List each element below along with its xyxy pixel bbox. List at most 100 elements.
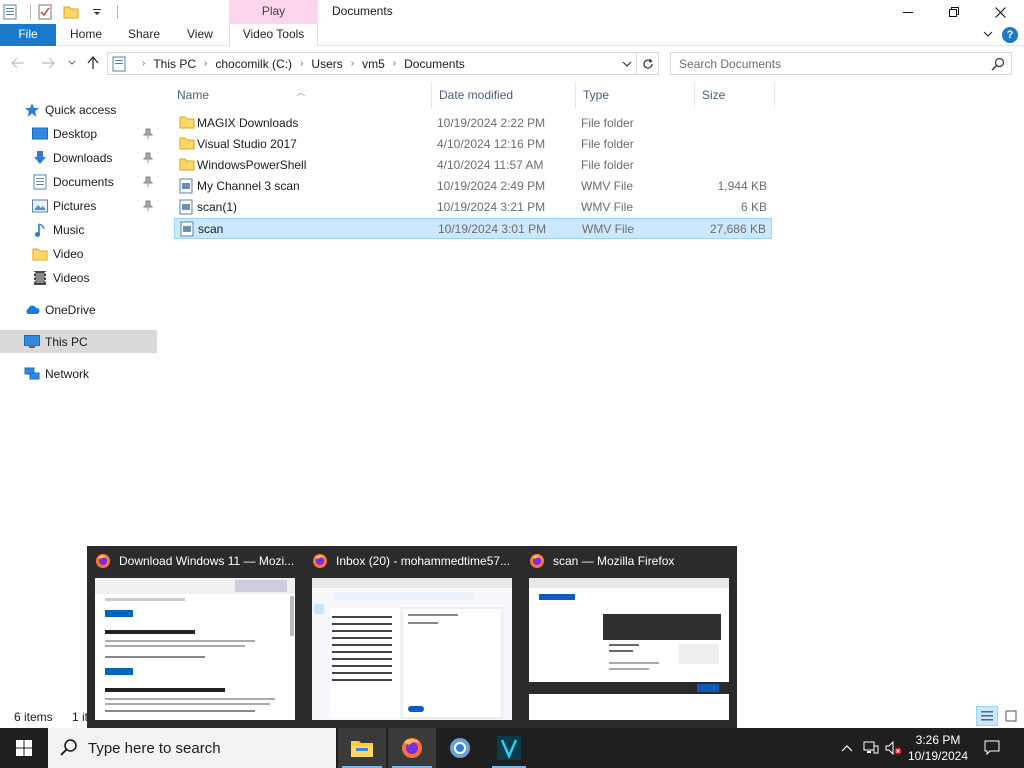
column-header-name[interactable]: Name ︿: [170, 82, 432, 108]
refresh-button[interactable]: [637, 52, 659, 75]
breadcrumb-documents[interactable]: Documents: [404, 57, 465, 71]
breadcrumb-chevron-icon[interactable]: ›: [204, 58, 207, 69]
sidebar-item-downloads[interactable]: Downloads: [0, 147, 157, 169]
clock-time: 3:26 PM: [915, 733, 961, 747]
taskbar-search-box[interactable]: Type here to search: [48, 728, 336, 768]
file-date: 10/19/2024 3:01 PM: [438, 222, 547, 236]
taskbar-firefox[interactable]: [388, 728, 436, 768]
back-button[interactable]: [10, 55, 26, 71]
breadcrumb-chevron-icon[interactable]: ›: [351, 58, 354, 69]
sidebar-item-pictures[interactable]: Pictures: [0, 195, 157, 217]
help-button[interactable]: ?: [1002, 27, 1018, 43]
forward-button[interactable]: [40, 55, 56, 71]
pin-icon[interactable]: [142, 200, 154, 215]
sidebar-item-label: This PC: [45, 334, 88, 349]
separator: [117, 5, 118, 19]
sidebar-item-onedrive[interactable]: OneDrive: [0, 299, 157, 321]
pin-icon[interactable]: [142, 152, 154, 167]
preview-title: Inbox (20) - mohammedtime57...: [336, 554, 511, 568]
network-tray-button[interactable]: [860, 728, 882, 768]
sidebar-item-this-pc[interactable]: This PC: [0, 330, 157, 353]
context-tab-group-play: Play: [229, 0, 318, 24]
recent-locations-button[interactable]: [64, 55, 80, 71]
file-name: MAGIX Downloads: [197, 116, 299, 130]
file-name: scan: [198, 222, 224, 236]
column-header-type[interactable]: Type: [576, 82, 695, 108]
sidebar-item-quick-access[interactable]: Quick access: [0, 99, 157, 121]
file-row[interactable]: My Channel 3 scan 10/19/2024 2:49 PM WMV…: [174, 176, 772, 197]
details-view-button[interactable]: [976, 706, 998, 726]
sidebar-item-documents[interactable]: Documents: [0, 171, 157, 193]
windows-logo-icon: [16, 740, 32, 756]
customize-toolbar-icon[interactable]: [87, 2, 107, 22]
address-bar[interactable]: › This PC › chocomilk (C:) › Users › vm5…: [107, 52, 637, 75]
minimize-button[interactable]: [885, 0, 931, 24]
expand-ribbon-button[interactable]: [982, 28, 996, 42]
show-hidden-icons-button[interactable]: [838, 728, 856, 768]
restore-icon: [949, 7, 959, 17]
volume-tray-button[interactable]: [884, 728, 904, 768]
breadcrumb-this-pc[interactable]: This PC: [153, 57, 196, 71]
firefox-icon: [530, 554, 544, 568]
file-row[interactable]: scan(1) 10/19/2024 3:21 PM WMV File 6 KB: [174, 197, 772, 218]
preview-title: Download Windows 11 — Mozi...: [119, 554, 295, 568]
search-box[interactable]: Search Documents: [670, 52, 1012, 75]
breadcrumb-chevron-icon[interactable]: ›: [393, 58, 396, 69]
breadcrumb-chevron-icon[interactable]: ›: [300, 58, 303, 69]
maximize-button[interactable]: [931, 0, 977, 24]
taskbar-video-editor[interactable]: [488, 728, 530, 768]
column-header-size[interactable]: Size: [695, 82, 775, 108]
close-button[interactable]: [977, 0, 1023, 24]
sidebar-item-network[interactable]: Network: [0, 363, 157, 385]
preview-window-inbox[interactable]: Inbox (20) - mohammedtime57...: [304, 546, 520, 728]
downloads-icon: [32, 150, 48, 166]
address-history-button[interactable]: [622, 58, 632, 72]
sidebar-item-label: Video: [53, 247, 84, 261]
preview-thumbnail: [312, 578, 512, 720]
breadcrumb-drive[interactable]: chocomilk (C:): [215, 57, 292, 71]
start-button[interactable]: [0, 728, 48, 768]
folder-icon: [32, 246, 48, 262]
volume-muted-icon: [885, 741, 902, 755]
system-clock[interactable]: 3:26 PM 10/19/2024: [902, 732, 974, 764]
file-row[interactable]: Visual Studio 2017 4/10/2024 12:16 PM Fi…: [174, 134, 772, 155]
pin-icon[interactable]: [142, 176, 154, 191]
new-folder-icon[interactable]: [61, 2, 81, 22]
breadcrumb-users[interactable]: Users: [311, 57, 342, 71]
preview-window-scan[interactable]: scan — Mozilla Firefox: [521, 546, 737, 728]
large-icons-view-button[interactable]: [1000, 706, 1022, 726]
sidebar-item-desktop[interactable]: Desktop: [0, 123, 157, 145]
tab-home[interactable]: Home: [60, 24, 112, 46]
forward-arrow-icon: [42, 57, 55, 69]
chevron-down-icon: [622, 61, 632, 67]
taskbar-chrome[interactable]: [436, 728, 484, 768]
preview-window-download-windows[interactable]: Download Windows 11 — Mozi...: [87, 546, 303, 728]
tab-view[interactable]: View: [177, 24, 223, 46]
file-date: 10/19/2024 2:22 PM: [437, 116, 546, 130]
taskbar-file-explorer[interactable]: [338, 728, 386, 768]
column-header-date[interactable]: Date modified: [432, 82, 576, 108]
properties-icon[interactable]: [35, 2, 55, 22]
sidebar-item-music[interactable]: Music: [0, 219, 157, 241]
pin-icon[interactable]: [142, 128, 154, 143]
tab-share[interactable]: Share: [118, 24, 170, 46]
sidebar-item-label: Network: [45, 367, 90, 381]
sidebar-item-label: Documents: [53, 175, 114, 189]
notifications-icon: [984, 740, 1000, 756]
taskbar-search-placeholder: Type here to search: [88, 739, 221, 757]
breadcrumb-chevron-icon[interactable]: ›: [142, 58, 145, 69]
file-row[interactable]: WindowsPowerShell 4/10/2024 11:57 AM Fil…: [174, 155, 772, 176]
sidebar-item-video[interactable]: Video: [0, 243, 157, 265]
up-button[interactable]: [85, 55, 101, 71]
ribbon-tabs: File Home Share View Video Tools ?: [0, 24, 1024, 46]
action-center-button[interactable]: [980, 728, 1004, 768]
explorer-window-icon[interactable]: [0, 2, 20, 22]
file-row[interactable]: MAGIX Downloads 10/19/2024 2:22 PM File …: [174, 113, 772, 134]
close-icon: [994, 6, 1006, 18]
sidebar-item-videos[interactable]: Videos: [0, 267, 157, 289]
breadcrumb-vm5[interactable]: vm5: [362, 57, 385, 71]
separator: [30, 5, 31, 19]
tab-video-tools[interactable]: Video Tools: [229, 24, 318, 46]
tab-file[interactable]: File: [0, 24, 56, 46]
file-row-selected[interactable]: scan 10/19/2024 3:01 PM WMV File 27,686 …: [174, 218, 772, 239]
